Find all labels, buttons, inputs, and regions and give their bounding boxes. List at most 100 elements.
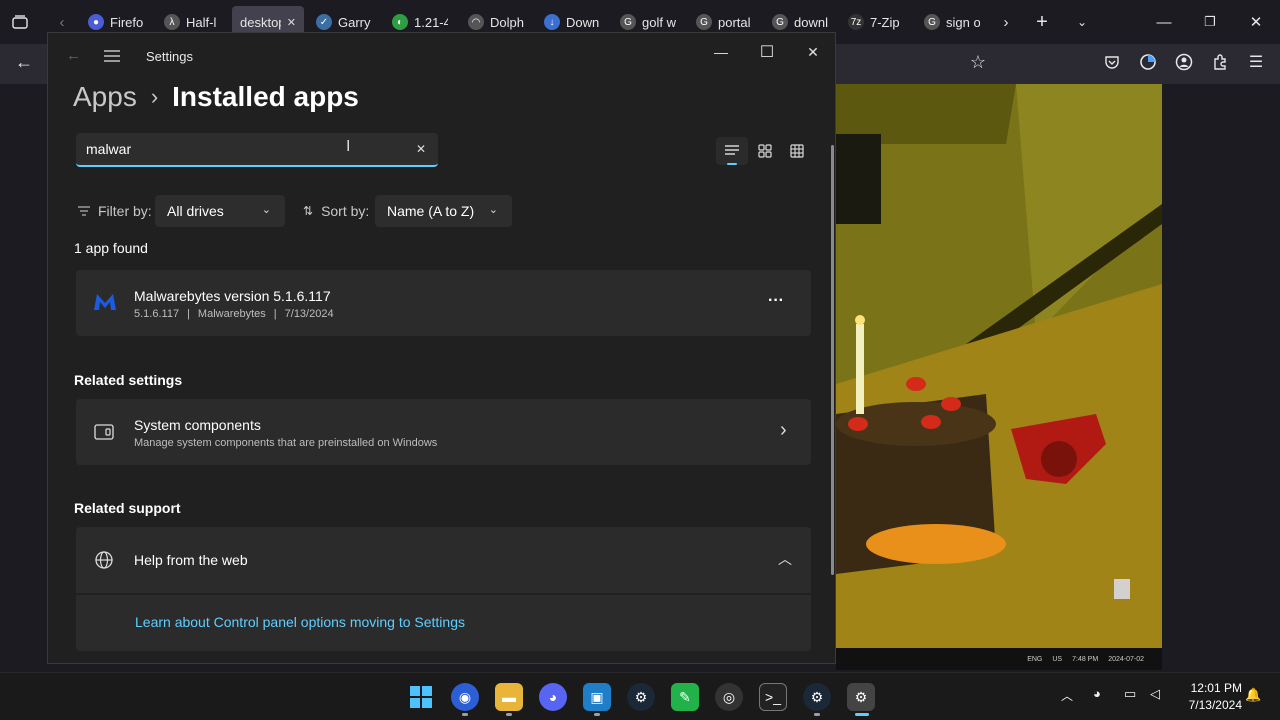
- tile-view-icon: [758, 144, 772, 158]
- help-from-web-title: Help from the web: [134, 552, 248, 568]
- wallpaper-date: 2024-07-02: [1108, 655, 1144, 663]
- breadcrumb-parent-link[interactable]: Apps: [73, 81, 137, 113]
- filter-label: Filter by:: [78, 203, 152, 219]
- new-tab-icon[interactable]: +: [1026, 8, 1058, 36]
- running-indicator: [814, 713, 820, 716]
- steam-icon[interactable]: ⚙: [803, 683, 831, 711]
- breadcrumb-chevron-icon: ›: [150, 84, 159, 109]
- grid-view-button[interactable]: [782, 137, 812, 165]
- malwarebytes-logo-icon: [92, 292, 118, 317]
- hamburger-menu-icon[interactable]: ☰: [1240, 48, 1272, 76]
- control-panel-link[interactable]: Learn about Control panel options moving…: [135, 614, 465, 630]
- settings-minimize-button[interactable]: —: [698, 37, 744, 67]
- window-minimize-icon[interactable]: —: [1148, 8, 1180, 36]
- search-clear-button[interactable]: ✕: [416, 142, 426, 156]
- volume-icon[interactable]: ◁: [1150, 686, 1160, 702]
- browser-tab-label: Dolph: [490, 14, 524, 30]
- google-icon: G: [772, 14, 788, 30]
- browser-tab-label: 7-Zip: [870, 14, 900, 30]
- breadcrumb: Apps › Installed apps: [73, 81, 359, 113]
- system-components-item[interactable]: System components Manage system componen…: [76, 399, 811, 465]
- tab-close-icon[interactable]: ✕: [287, 16, 296, 29]
- related-settings-heading: Related settings: [74, 372, 183, 388]
- discord-tray-icon[interactable]: ◕: [1093, 686, 1101, 701]
- search-input[interactable]: malwar I ✕: [76, 133, 438, 167]
- globe-icon: [94, 550, 114, 575]
- list-view-button[interactable]: [716, 137, 748, 165]
- chevron-up-icon[interactable]: ︿: [778, 549, 792, 569]
- dolphin-icon: ◠: [468, 14, 484, 30]
- google-icon: G: [620, 14, 636, 30]
- nav-menu-icon[interactable]: [104, 49, 120, 67]
- terminal-icon[interactable]: >_: [759, 683, 787, 711]
- app-name: Malwarebytes version 5.1.6.117: [134, 288, 331, 304]
- start-windows-icon[interactable]: [407, 683, 435, 711]
- help-from-web-item[interactable]: Help from the web ︿: [76, 527, 811, 593]
- list-tabs-icon[interactable]: ⌄: [1066, 8, 1098, 36]
- sort-dropdown[interactable]: Name (A to Z) ⌄: [375, 195, 512, 227]
- browser-tab-label: desktop: [240, 14, 281, 30]
- back-arrow-icon[interactable]: ←: [8, 48, 40, 76]
- settings-back-icon[interactable]: ←: [66, 47, 81, 64]
- clock[interactable]: 12:01 PM 7/13/2024: [1176, 681, 1242, 712]
- window-title: Settings: [146, 49, 193, 64]
- settings-gear-icon[interactable]: ⚙: [847, 683, 875, 711]
- sort-dropdown-value: Name (A to Z): [387, 203, 475, 219]
- filter-label-text: Filter by:: [98, 203, 152, 219]
- site-icon: ◐: [392, 14, 408, 30]
- bookmark-star-icon[interactable]: ☆: [962, 48, 994, 76]
- extensions-puzzle-icon[interactable]: [1204, 48, 1236, 76]
- window-close-icon[interactable]: ✕: [1240, 8, 1272, 36]
- system-components-icon: [94, 424, 114, 445]
- discord-icon[interactable]: ◕: [539, 683, 567, 711]
- account-icon[interactable]: [1168, 48, 1200, 76]
- desktop-wallpaper-image: [836, 84, 1162, 648]
- tab-overview-icon[interactable]: [4, 8, 36, 36]
- pocket-icon[interactable]: [1096, 48, 1128, 76]
- active-indicator: [855, 713, 869, 716]
- grid-view-icon: [790, 144, 804, 158]
- tile-view-button[interactable]: [750, 137, 780, 165]
- sort-label-text: Sort by:: [321, 203, 370, 219]
- obs-icon[interactable]: ◎: [715, 683, 743, 711]
- show-hidden-icons-icon[interactable]: ︿: [1061, 687, 1073, 704]
- settings-close-button[interactable]: ✕: [790, 37, 835, 67]
- sort-label: ⇅ Sort by:: [303, 203, 369, 219]
- page-title: Installed apps: [172, 81, 359, 112]
- app-install-date: 7/13/2024: [284, 308, 334, 320]
- firefox-icon[interactable]: ◉: [451, 683, 479, 711]
- more-options-button[interactable]: ···: [760, 292, 792, 316]
- extension-circle-icon[interactable]: [1132, 48, 1164, 76]
- system-components-title: System components: [134, 417, 261, 433]
- running-indicator: [506, 713, 512, 716]
- app-details: 5.1.6.117 | Malwarebytes | 7/13/2024: [134, 308, 334, 320]
- tabs-scroll-right-icon[interactable]: ›: [990, 8, 1022, 36]
- browser-tab-label: downl: [794, 14, 828, 30]
- app-list-item[interactable]: Malwarebytes version 5.1.6.117 5.1.6.117…: [76, 270, 811, 336]
- chevron-down-icon: ⌄: [488, 204, 498, 216]
- browser-tab[interactable]: Gsign o: [916, 6, 988, 38]
- chevron-right-icon: ›: [780, 419, 787, 441]
- browser-tab-label: 1.21-4: [414, 14, 448, 30]
- half-life-icon: λ: [164, 14, 180, 30]
- list-view-icon: [725, 145, 739, 155]
- running-indicator: [462, 713, 468, 716]
- file-explorer-icon[interactable]: ▬: [495, 683, 523, 711]
- 7zip-icon: 7z: [848, 14, 864, 30]
- notepad-plus-icon[interactable]: ✎: [671, 683, 699, 711]
- download-icon: ↓: [544, 14, 560, 30]
- settings-scrollbar[interactable]: [831, 145, 834, 575]
- app-window-icon[interactable]: ▣: [583, 683, 611, 711]
- wallpaper-taskbar-strip: ENG US 7:48 PM 2024-07-02: [836, 648, 1162, 670]
- steam-icon[interactable]: ⚙: [627, 683, 655, 711]
- browser-tab[interactable]: 7z 7-Zip: [840, 6, 912, 38]
- windows-taskbar: ◉ ▬ ◕ ▣ ⚙ ✎ ◎ >_ ⚙ ⚙ ︿ ◕ ▭ ◁ 12:01 PM 7/…: [0, 672, 1280, 720]
- network-icon[interactable]: ▭: [1124, 686, 1136, 702]
- firefox-icon: ●: [88, 14, 104, 30]
- settings-maximize-button[interactable]: ☐: [744, 37, 790, 67]
- window-restore-icon[interactable]: ❐: [1194, 8, 1226, 36]
- google-icon: G: [924, 14, 940, 30]
- browser-tab-label: Garry: [338, 14, 371, 30]
- filter-dropdown[interactable]: All drives ⌄: [155, 195, 285, 227]
- notification-bell-icon[interactable]: 🔔: [1245, 687, 1261, 703]
